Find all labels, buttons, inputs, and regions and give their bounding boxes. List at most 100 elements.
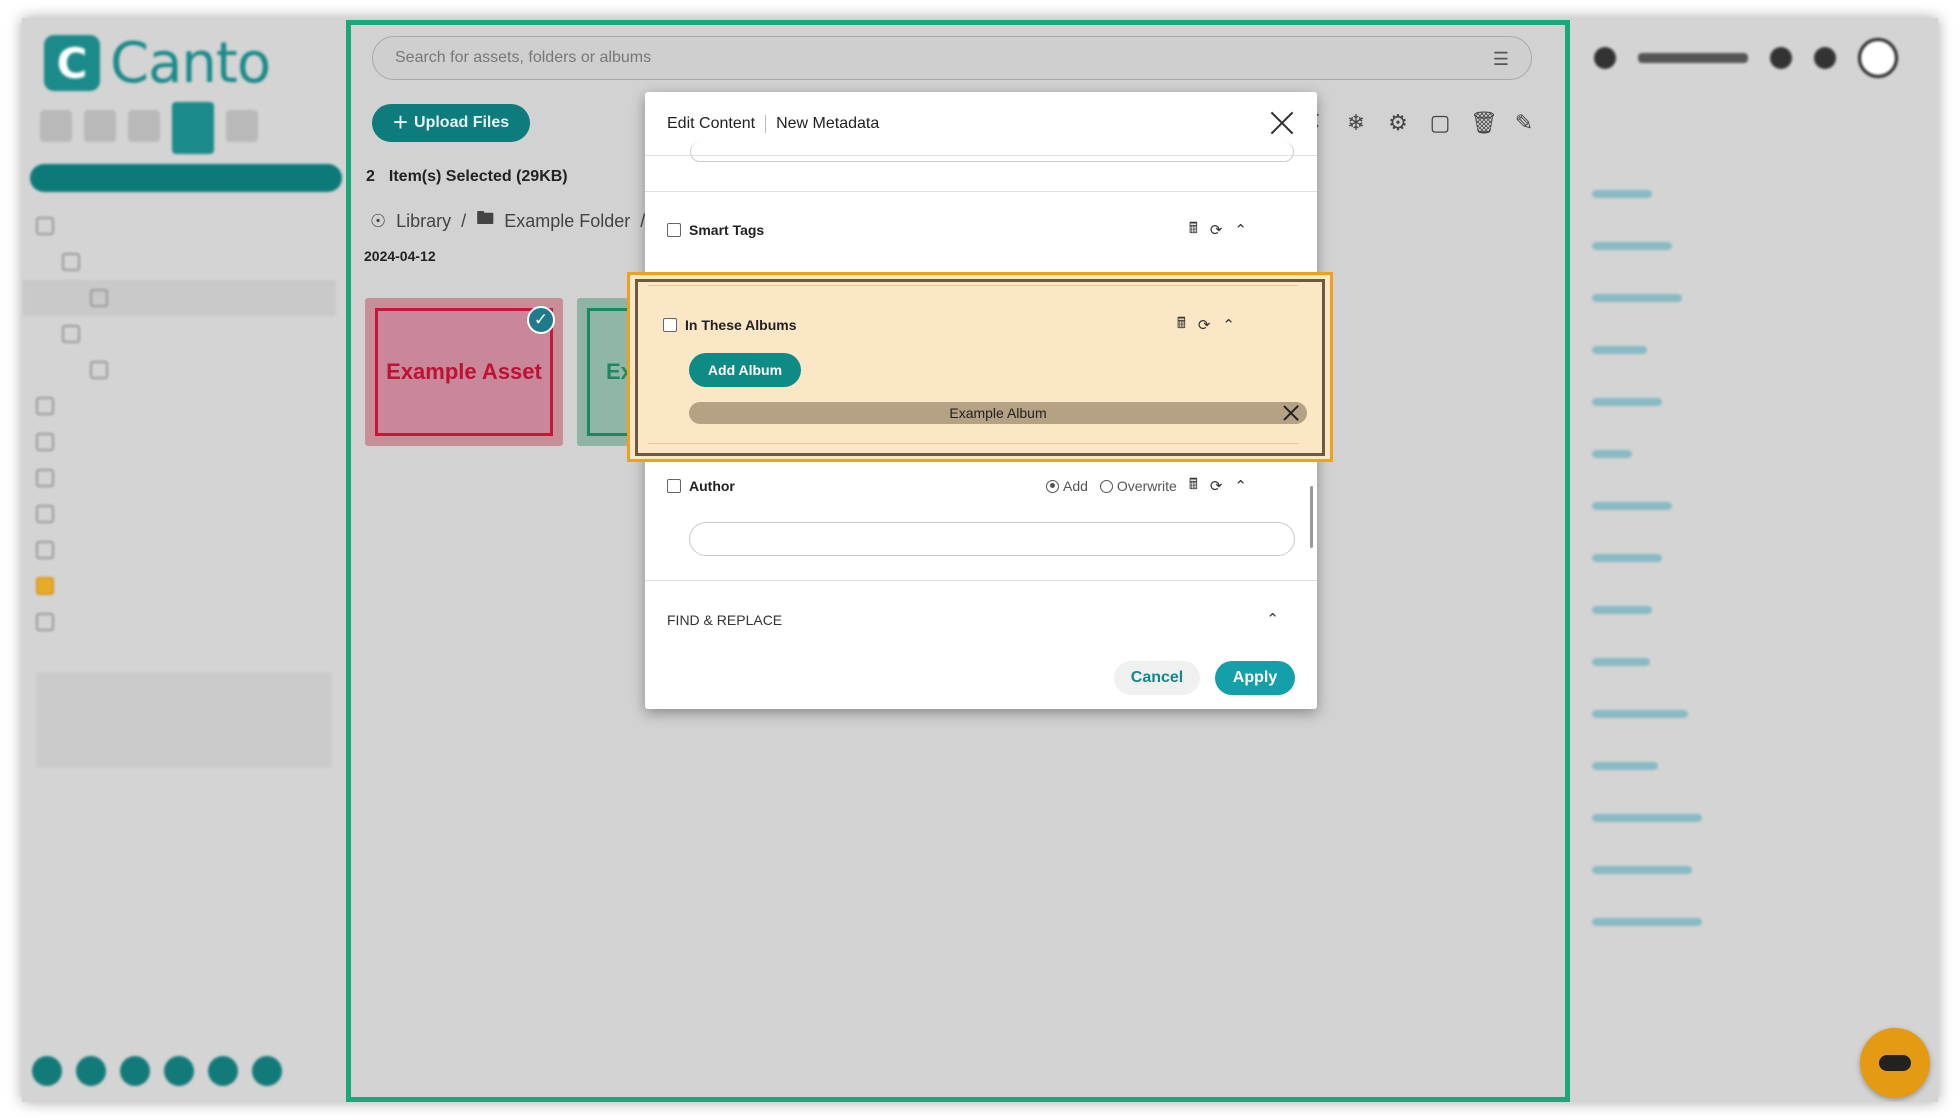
view-icon[interactable] [128,110,160,142]
chat-icon[interactable] [208,1056,238,1086]
deselect-icon[interactable]: ▢ [1428,110,1452,136]
library-selector[interactable] [1638,53,1748,63]
divider [645,580,1317,581]
sidebar-item[interactable] [36,352,336,388]
folder-icon: 🖿 [476,208,495,228]
edit-icon[interactable]: ✎ [1512,110,1536,136]
share-icon[interactable] [164,1056,194,1086]
chevron-up-icon[interactable]: ⌃ [1234,477,1247,495]
filter-item[interactable] [1592,688,1912,740]
upload-files-button[interactable]: + Upload Files [372,104,530,142]
sync-icon[interactable]: ⟳ [1210,477,1223,495]
back-icon[interactable] [40,110,72,142]
smart-tags-row: Smart Tags 🖩 ⟳ ⌃ [667,220,1287,239]
sidebar-item[interactable] [36,532,336,568]
avatar[interactable] [1858,38,1898,78]
sidebar-item[interactable] [36,388,336,424]
help-icon[interactable] [32,1056,62,1086]
snowflake-icon[interactable]: ❄ [1344,110,1368,136]
smart-tags-actions: 🖩 ⟳ ⌃ [1189,218,1247,243]
date-group-label: 2024-04-12 [364,248,436,264]
radio-overwrite[interactable]: Overwrite [1099,478,1177,494]
close-icon[interactable] [1267,108,1297,138]
divider [645,191,1317,192]
breadcrumb-library[interactable]: Library [396,211,451,232]
sync-icon[interactable] [226,110,258,142]
filter-item[interactable] [1592,168,1912,220]
tab-edit-content[interactable]: Edit Content [667,114,767,133]
sidebar-item[interactable] [36,244,336,280]
sidebar-item[interactable] [36,460,336,496]
filter-item[interactable] [1592,584,1912,636]
account-bar [1594,38,1898,78]
radio-add[interactable]: Add [1046,478,1088,494]
upload-label: Upload Files [414,114,510,131]
filter-item[interactable] [1592,376,1912,428]
cancel-button[interactable]: Cancel [1114,661,1200,695]
filter-item[interactable] [1592,272,1912,324]
filter-item[interactable] [1592,324,1912,376]
sidebar-item[interactable] [36,568,336,604]
library-icon[interactable] [172,102,214,154]
album-tag: Example Album [689,402,1307,424]
selected-check-icon[interactable]: ✓ [527,306,555,334]
workspace-icon[interactable] [120,1056,150,1086]
sidebar-item[interactable] [22,280,336,316]
trash-icon[interactable]: 🗑 [1470,110,1498,136]
author-checkbox[interactable] [667,479,681,493]
filter-item[interactable] [1592,220,1912,272]
filter-item[interactable] [1592,844,1912,896]
sync-icon[interactable]: ⟳ [1198,316,1211,334]
divider [648,285,1298,286]
sidebar-item[interactable] [36,496,336,532]
asset-card[interactable]: Example Asset ✓ [365,298,563,446]
albums-checkbox[interactable] [663,318,677,332]
albums-label: In These Albums [685,317,797,333]
chevron-up-icon[interactable]: ⌃ [1266,610,1279,628]
apps-icon[interactable] [76,1056,106,1086]
filter-item[interactable] [1592,792,1912,844]
author-input[interactable] [689,522,1295,556]
albums-actions: 🖩 ⟳ ⌃ [1177,313,1235,338]
grid-icon[interactable] [84,110,116,142]
sync-icon[interactable]: ⟳ [1210,221,1223,239]
sidebar-info-note [36,672,332,768]
chevron-up-icon[interactable]: ⌃ [1222,316,1235,334]
filter-item[interactable] [1592,428,1912,480]
calculator-icon[interactable]: 🖩 [1189,218,1198,243]
filter-icon[interactable]: ☰ [1493,49,1509,70]
sidebar-item[interactable] [36,424,336,460]
filter-item[interactable] [1592,740,1912,792]
filter-item[interactable] [1592,636,1912,688]
help-icon[interactable] [1770,47,1792,69]
sidebar-cta-button[interactable] [30,164,342,192]
calculator-icon[interactable]: 🖩 [1177,313,1186,338]
workflow-icon[interactable]: ⚙ [1386,110,1410,136]
modal-scrollbar[interactable] [1310,486,1313,548]
search-input[interactable]: Search for assets, folders or albums ☰ [372,36,1532,80]
filter-item[interactable] [1592,532,1912,584]
left-sidebar: C Canto [22,18,348,1102]
sidebar-item[interactable] [36,316,336,352]
remove-album-icon[interactable] [1281,403,1301,423]
chat-support-button[interactable] [1860,1028,1930,1098]
sidebar-item[interactable] [36,208,336,244]
smart-tags-checkbox[interactable] [667,223,681,237]
filter-item[interactable] [1592,896,1912,948]
breadcrumb-folder[interactable]: Example Folder [504,211,630,232]
chat-bubble-icon [1879,1055,1911,1071]
tab-new-metadata[interactable]: New Metadata [766,115,879,133]
sidebar-item[interactable] [36,604,336,640]
previous-field-input[interactable] [690,142,1294,162]
chevron-up-icon[interactable]: ⌃ [1234,221,1247,239]
apply-button[interactable]: Apply [1215,661,1295,695]
library-switch-icon[interactable] [1594,47,1616,69]
add-album-button[interactable]: Add Album [689,353,801,387]
bell-icon[interactable] [1814,47,1836,69]
settings-icon[interactable] [252,1056,282,1086]
calculator-icon[interactable]: 🖩 [1189,474,1198,499]
filter-item[interactable] [1592,480,1912,532]
radio-overwrite-label: Overwrite [1116,478,1177,494]
author-label: Author [689,478,735,494]
author-row: Author Add Overwrite 🖩 ⟳ ⌃ [667,476,1287,495]
